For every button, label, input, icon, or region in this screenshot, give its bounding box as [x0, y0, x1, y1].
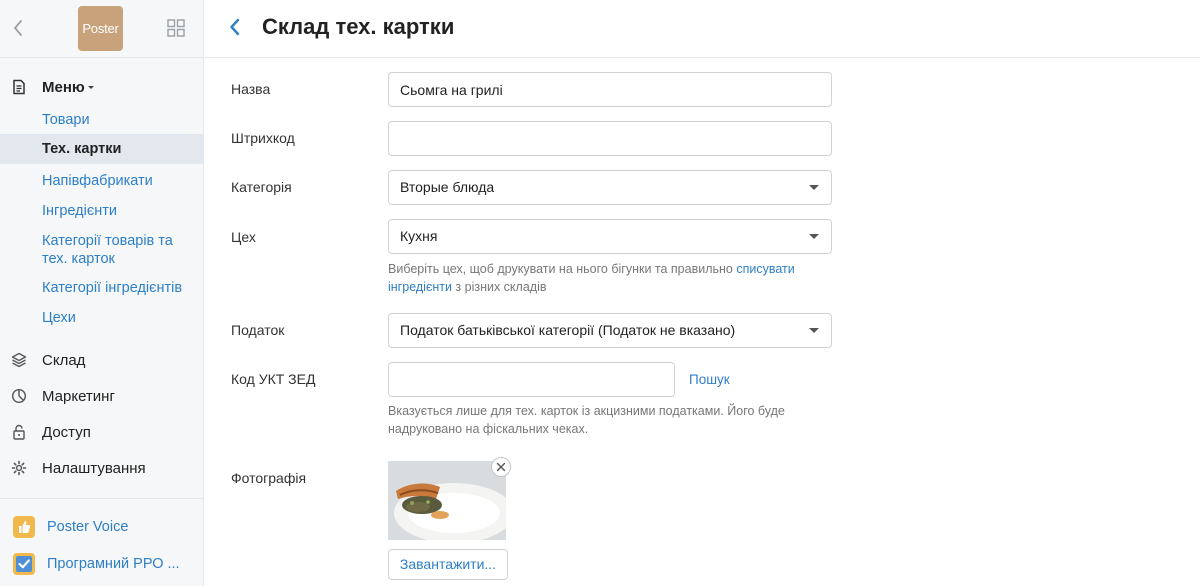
- nav-section-settings[interactable]: Налаштування: [0, 453, 204, 483]
- page-title: Склад тех. картки: [262, 14, 455, 39]
- caret-down-icon: [87, 86, 94, 90]
- workshop-hint-text: Виберіть цех, щоб друкувати на нього біг…: [388, 262, 737, 276]
- lock-icon: [11, 424, 27, 440]
- caret-down-icon: [809, 234, 819, 239]
- sidebar-item-ingredients[interactable]: Інгредієнти: [0, 202, 204, 220]
- sidebar-item-tech-cards[interactable]: Тех. картки: [0, 134, 204, 164]
- sidebar-item-products[interactable]: Товари: [0, 111, 204, 129]
- nav-section-warehouse[interactable]: Склад: [0, 345, 204, 375]
- category-select[interactable]: Вторые блюда: [388, 170, 832, 205]
- photo-label: Фотографія: [231, 470, 307, 486]
- category-label: Категорія: [231, 179, 292, 195]
- sidebar: Poster Меню Товари Тех. картки Напівфабр…: [0, 0, 204, 586]
- nav-section-warehouse-label: Склад: [42, 351, 86, 369]
- ukt-zed-input[interactable]: [388, 362, 675, 397]
- gear-icon: [11, 460, 27, 476]
- tax-select-value: Податок батьківської категорії (Податок …: [400, 322, 736, 338]
- sidebar-item-workshops[interactable]: Цехи: [0, 309, 204, 327]
- name-label: Назва: [231, 81, 271, 97]
- chevron-left-icon[interactable]: [10, 18, 26, 38]
- logo-text: Poster: [82, 21, 119, 36]
- sidebar-divider: [0, 498, 204, 499]
- sidebar-item-semi-finished[interactable]: Напівфабрикати: [0, 172, 204, 190]
- workshop-select-value: Кухня: [400, 228, 438, 244]
- checkbox-icon: [13, 553, 35, 575]
- category-select-value: Вторые блюда: [400, 179, 495, 195]
- app-link-poster-voice[interactable]: Poster Voice: [0, 514, 204, 540]
- caret-down-icon: [809, 328, 819, 333]
- sidebar-item-product-categories[interactable]: Категорії товарів та тех. карток: [0, 232, 204, 268]
- nav-section-menu[interactable]: Меню: [0, 72, 204, 102]
- workshop-label: Цех: [231, 229, 256, 245]
- pie-icon: [11, 388, 27, 404]
- workshop-hint: Виберіть цех, щоб друкувати на нього біг…: [388, 260, 818, 296]
- thumbs-up-icon: [13, 516, 35, 538]
- nav-section-access[interactable]: Доступ: [0, 417, 204, 447]
- ukt-zed-label: Код УКТ ЗЕД: [231, 371, 316, 387]
- nav-section-settings-label: Налаштування: [42, 459, 146, 477]
- main-content: Склад тех. картки Назва Штрихкод Категор…: [205, 0, 1200, 586]
- tax-select[interactable]: Податок батьківської категорії (Податок …: [388, 313, 832, 348]
- ukt-zed-search-link[interactable]: Пошук: [689, 372, 730, 387]
- caret-down-icon: [809, 185, 819, 190]
- ukt-zed-hint: Вказується лише для тех. карток із акциз…: [388, 404, 785, 436]
- sidebar-item-ingredient-categories[interactable]: Категорії інгредієнтів: [0, 279, 204, 297]
- page-header: Склад тех. картки: [205, 0, 1200, 58]
- app-link-poster-voice-label: Poster Voice: [47, 519, 129, 535]
- nav-section-marketing-label: Маркетинг: [42, 387, 115, 405]
- grid-icon[interactable]: [167, 19, 185, 37]
- close-icon[interactable]: [491, 457, 511, 477]
- app-link-prro-label: Програмний РРО ...: [47, 556, 180, 572]
- workshop-hint-text-end: з різних складів: [451, 280, 547, 294]
- name-input[interactable]: [388, 72, 832, 107]
- app-link-prro[interactable]: Програмний РРО ...: [0, 551, 204, 577]
- barcode-input[interactable]: [388, 121, 832, 156]
- tax-label: Податок: [231, 322, 285, 338]
- layers-icon: [11, 352, 27, 368]
- upload-photo-button[interactable]: Завантажити...: [388, 549, 508, 580]
- document-icon: [11, 79, 27, 95]
- workshop-select[interactable]: Кухня: [388, 219, 832, 254]
- dish-photo: [388, 461, 506, 540]
- chevron-left-icon[interactable]: [228, 16, 242, 38]
- poster-logo[interactable]: Poster: [78, 6, 123, 51]
- nav-section-menu-label: Меню: [42, 78, 85, 96]
- sidebar-top: Poster: [0, 0, 203, 58]
- barcode-label: Штрихкод: [231, 130, 295, 146]
- nav-section-marketing[interactable]: Маркетинг: [0, 381, 204, 411]
- nav-section-access-label: Доступ: [42, 423, 91, 441]
